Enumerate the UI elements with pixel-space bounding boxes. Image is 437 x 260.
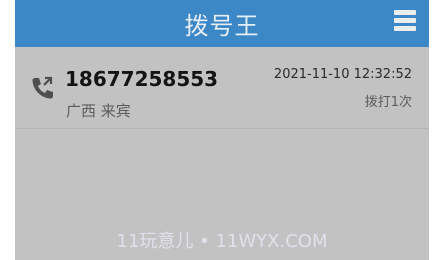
call-log-item[interactable]: 18677258553 广西 来宾 2021-11-10 12:32:52 拨打… [15,56,429,128]
app-window: 拨号王 18677258553 广西 来宾 2021-11-10 12:32:5… [15,0,429,260]
call-datetime: 2021-11-10 12:32:52 [273,67,412,82]
list-divider [15,128,429,129]
app-title: 拨号王 [184,12,260,40]
call-location: 广西 来宾 [66,102,131,120]
phone-call-icon [32,76,53,99]
hamburger-menu-icon[interactable] [394,10,416,32]
watermark-text: 11玩意儿 • 11WYX.COM [116,231,328,252]
call-number: 18677258553 [65,67,219,91]
call-count: 拨打1次 [364,95,412,110]
title-bar: 拨号王 [15,0,429,47]
